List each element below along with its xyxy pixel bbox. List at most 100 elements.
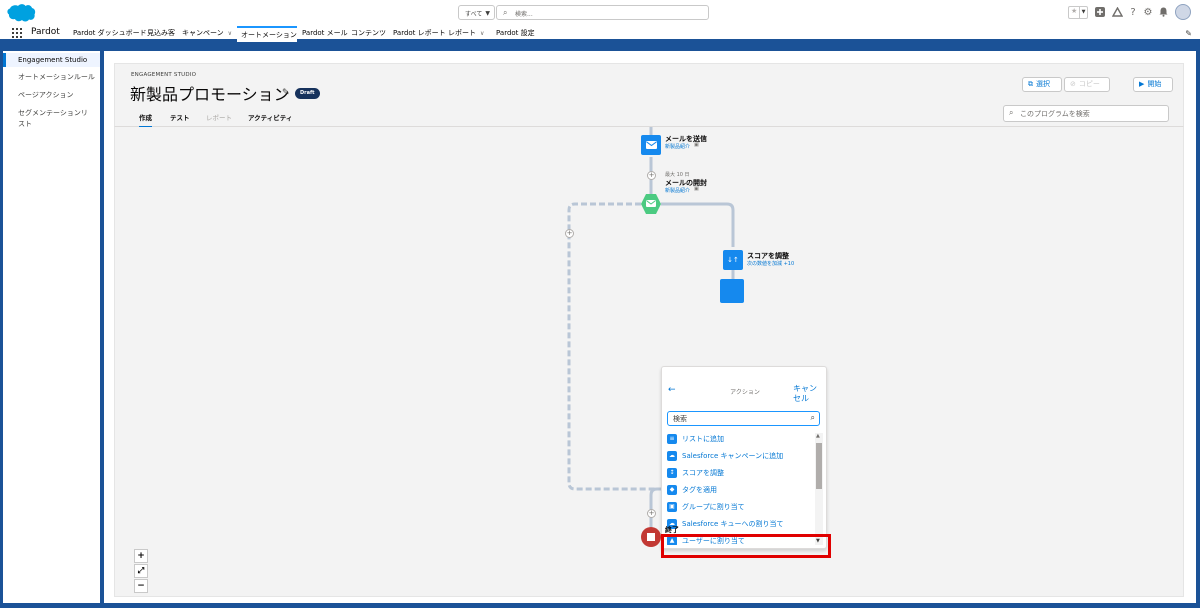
- nav-tab-content[interactable]: コンテンツ: [351, 26, 386, 42]
- nav-tab-pardot-email[interactable]: Pardot メール: [302, 26, 348, 42]
- salesforce-logo[interactable]: [6, 3, 36, 23]
- status-badge: Draft: [295, 88, 320, 99]
- chevron-down-icon[interactable]: ∨: [480, 30, 484, 37]
- copy-button-label: コピー: [1078, 80, 1100, 88]
- campaign-icon: ☁: [667, 451, 677, 461]
- action-item-add-to-list[interactable]: ≡ リストに追加: [667, 433, 815, 447]
- start-button-label: 開始: [1147, 80, 1162, 88]
- edit-title-icon[interactable]: ✎: [282, 88, 290, 98]
- send-email-asset[interactable]: 新製品紹介: [665, 143, 690, 150]
- search-icon: ⌕: [1009, 108, 1014, 117]
- start-button[interactable]: ▶ 開始: [1133, 77, 1173, 92]
- add-step-icon[interactable]: +: [647, 171, 656, 180]
- fit-view-button[interactable]: ⤢: [134, 564, 148, 578]
- edit-nav-icon[interactable]: ✎: [1185, 29, 1192, 38]
- end-node-icon: [641, 527, 661, 547]
- flow-canvas[interactable]: メールを送信 新製品紹介 ▣ + 最大 10 日 メールの開封 新製品紹介 ▣ …: [114, 127, 1184, 597]
- tab-test[interactable]: テスト: [170, 112, 190, 122]
- add-step-icon[interactable]: +: [647, 509, 656, 518]
- action-item-label: スコアを調整: [682, 469, 724, 477]
- nav-tab-reports[interactable]: レポート ∨: [448, 26, 484, 42]
- action-item-apply-tag[interactable]: ◆ タグを適用: [667, 484, 815, 498]
- new-action-node[interactable]: [720, 279, 744, 303]
- left-nav-engagement-studio[interactable]: Engagement Studio: [3, 53, 100, 67]
- gear-icon[interactable]: ⚙: [1142, 6, 1154, 18]
- nav-tab-label: キャンペーン: [182, 29, 224, 37]
- left-nav-automation-rules[interactable]: オートメーションルール: [3, 70, 100, 84]
- action-item-label: Salesforce キャンペーンに追加: [682, 452, 784, 460]
- favorites-dropdown-icon[interactable]: ▼: [1079, 7, 1087, 18]
- caret-down-icon: ▼: [485, 10, 490, 17]
- global-search-input[interactable]: ⌕ 検索...: [496, 5, 709, 20]
- scrollbar-thumb[interactable]: [816, 443, 822, 489]
- add-icon[interactable]: [1094, 6, 1106, 18]
- left-nav-label: ページアクション: [18, 91, 74, 99]
- email-node-icon[interactable]: [641, 135, 661, 155]
- cancel-button[interactable]: キャンセル: [793, 384, 823, 404]
- left-nav-label: オートメーションルール: [18, 73, 95, 81]
- scroll-up-icon[interactable]: ▲: [816, 433, 820, 439]
- nav-tab-automation[interactable]: オートメーション: [237, 26, 297, 42]
- email-open-asset[interactable]: 新製品紹介: [665, 187, 690, 194]
- program-search-input[interactable]: ⌕ このプログラムを検索: [1003, 105, 1169, 122]
- nav-tab-pardot-settings[interactable]: Pardot 設定: [496, 26, 535, 42]
- action-list: ≡ リストに追加 ☁ Salesforce キャンペーンに追加 ↕ スコアを調整 ◆ タ…: [667, 433, 820, 545]
- tab-report: レポート: [206, 112, 232, 122]
- action-item-label: タグを適用: [682, 486, 717, 494]
- nav-tab-pardot-dashboard[interactable]: Pardot ダッシュボード: [73, 26, 147, 42]
- add-step-icon[interactable]: +: [565, 229, 574, 238]
- tab-label: アクティビティ: [248, 114, 293, 122]
- select-button-label: 選択: [1036, 80, 1050, 88]
- trigger-node-icon[interactable]: [640, 193, 662, 215]
- nav-tab-label: オートメーション: [241, 31, 297, 39]
- nav-tab-prospects[interactable]: 見込み客: [147, 26, 175, 42]
- trailhead-icon[interactable]: [1111, 6, 1123, 18]
- search-icon: ⌕: [503, 8, 508, 17]
- tab-label: レポート: [206, 114, 232, 122]
- main-content: ENGAGEMENT STUDIO 新製品プロモーション ✎ Draft 作成 …: [104, 51, 1196, 603]
- left-nav-label: Engagement Studio: [18, 56, 88, 64]
- action-item-assign-to-group[interactable]: ▣ グループに割り当て: [667, 501, 815, 515]
- nav-bar: Pardot Pardot ダッシュボード 見込み客 キャンペーン ∨ オートメー…: [0, 26, 1200, 42]
- chevron-down-icon[interactable]: ∨: [228, 30, 232, 37]
- adjust-score-detail: 次の数値を加減 +10: [747, 261, 795, 267]
- nav-tab-label: Pardot メール: [302, 29, 348, 37]
- preview-icon[interactable]: ▣: [694, 186, 699, 192]
- tab-label: 作成: [139, 114, 152, 122]
- search-scope-select[interactable]: すべて ▼: [458, 5, 495, 20]
- highlight-box: [661, 534, 831, 558]
- search-icon: ⌕: [810, 413, 815, 422]
- app-launcher-icon[interactable]: [12, 28, 22, 38]
- page-eyebrow: ENGAGEMENT STUDIO: [131, 72, 197, 78]
- zoom-in-button[interactable]: +: [134, 549, 148, 563]
- nav-tab-campaigns[interactable]: キャンペーン ∨: [182, 26, 232, 42]
- nav-tab-pardot-reports[interactable]: Pardot レポート: [393, 26, 446, 42]
- page-header: ENGAGEMENT STUDIO 新製品プロモーション ✎ Draft 作成 …: [114, 63, 1184, 128]
- score-icon: ↕: [667, 468, 677, 478]
- tab-label: テスト: [170, 114, 190, 122]
- action-item-adjust-score[interactable]: ↕ スコアを調整: [667, 467, 815, 481]
- favorites-button[interactable]: ★ ▼: [1068, 6, 1088, 19]
- action-search-input[interactable]: 検索 ⌕: [667, 411, 820, 426]
- bell-icon[interactable]: [1157, 6, 1169, 18]
- app-name: Pardot: [31, 27, 60, 37]
- score-node-icon[interactable]: ↓↑: [723, 250, 743, 270]
- action-item-add-to-sf-campaign[interactable]: ☁ Salesforce キャンペーンに追加: [667, 450, 815, 464]
- preview-icon[interactable]: ▣: [694, 142, 699, 148]
- left-nav-page-actions[interactable]: ページアクション: [3, 88, 100, 102]
- list-icon: ≡: [667, 434, 677, 444]
- nav-tab-label: コンテンツ: [351, 29, 386, 37]
- nav-tab-label: Pardot レポート: [393, 29, 446, 37]
- copy-button: ⊘ コピー: [1064, 77, 1110, 92]
- action-item-assign-to-sf-queue[interactable]: ☁ Salesforce キューへの割り当て: [667, 518, 815, 532]
- tag-icon: ◆: [667, 485, 677, 495]
- tab-build[interactable]: 作成: [139, 112, 152, 128]
- tab-activity[interactable]: アクティビティ: [248, 112, 292, 122]
- user-avatar[interactable]: [1175, 4, 1191, 20]
- zoom-out-button[interactable]: −: [134, 579, 148, 593]
- help-icon[interactable]: ?: [1127, 6, 1139, 18]
- search-scope-label: すべて: [465, 11, 483, 18]
- select-button[interactable]: ⧉ 選択: [1022, 77, 1062, 92]
- left-nav-segmentation-lists[interactable]: セグメンテーションリスト: [3, 107, 93, 131]
- email-open-wait: 最大 10 日: [665, 172, 690, 178]
